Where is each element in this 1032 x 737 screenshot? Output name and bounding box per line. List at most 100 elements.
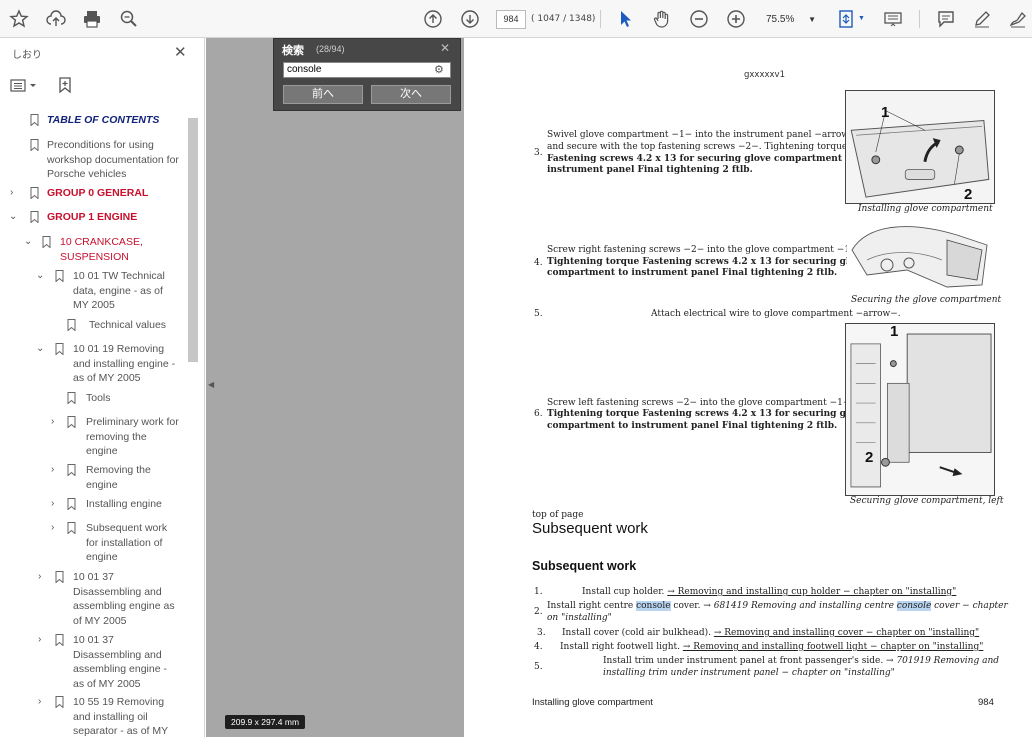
step-number: 2. bbox=[534, 607, 543, 617]
bookmark-icon bbox=[30, 139, 39, 151]
page-footer-title: Installing glove compartment bbox=[532, 697, 653, 708]
comment-icon[interactable] bbox=[935, 8, 957, 30]
step-text: Tightening torque Fastening screws 4.2 x… bbox=[547, 409, 867, 419]
step-text: Install cover (cold air bulkhead). → Rem… bbox=[562, 628, 980, 638]
step-number: 4. bbox=[534, 258, 543, 268]
bookmark-star-icon[interactable] bbox=[8, 8, 30, 30]
expand-arrow-icon[interactable]: › bbox=[51, 521, 61, 536]
expand-arrow-icon[interactable]: › bbox=[38, 695, 48, 710]
step-text: Tightening torque Fastening screws 4.2 x… bbox=[547, 257, 867, 267]
bookmark-icon bbox=[30, 211, 39, 223]
step-text: compartment to instrument panel Final ti… bbox=[547, 268, 838, 278]
step-link[interactable]: → Removing and installing cup holder − c… bbox=[667, 587, 956, 597]
bookmark-item[interactable]: › GROUP 0 GENERAL bbox=[0, 186, 190, 202]
bookmark-icon bbox=[55, 343, 64, 355]
select-cursor-icon[interactable] bbox=[614, 8, 636, 30]
collapse-arrow-icon[interactable]: ⌄ bbox=[24, 235, 34, 250]
bookmark-icon bbox=[42, 236, 51, 248]
bookmark-item[interactable]: Technical values bbox=[0, 318, 190, 334]
bookmark-item[interactable]: › Removing the engine bbox=[0, 463, 190, 493]
step-text: compartment to instrument panel Final ti… bbox=[547, 421, 838, 431]
top-of-page-link[interactable]: top of page bbox=[532, 510, 583, 520]
bookmark-item[interactable]: › Installing engine bbox=[0, 497, 190, 513]
prev-page-icon[interactable] bbox=[422, 8, 444, 30]
close-icon[interactable]: ✕ bbox=[440, 41, 450, 55]
step-link[interactable]: → Removing and installing cover − chapte… bbox=[714, 628, 979, 638]
step-text: Fastening screws 4.2 x 13 for securing g… bbox=[547, 154, 856, 164]
step-link[interactable]: → Removing and installing footwell light… bbox=[683, 642, 983, 652]
prev-result-button[interactable]: 前へ bbox=[283, 85, 363, 104]
bookmark-item[interactable]: › Preliminary work for removing the engi… bbox=[0, 415, 190, 459]
figure-label: 1 bbox=[890, 323, 899, 340]
bookmark-item[interactable]: ⌄ 10 CRANKCASE, SUSPENSION bbox=[0, 235, 190, 265]
chevron-down-icon[interactable]: ▼ bbox=[858, 15, 865, 22]
search-highlight: console bbox=[896, 601, 932, 611]
bookmark-icon bbox=[67, 498, 76, 510]
bookmark-item[interactable]: Preconditions for using workshop documen… bbox=[0, 138, 190, 182]
toolbar: 984 ( 1047 / 1348) 75.5% ▼ ▼ bbox=[0, 0, 1032, 38]
collapse-arrow-icon[interactable]: ⌄ bbox=[9, 210, 19, 225]
print-icon[interactable] bbox=[81, 8, 103, 30]
figure-caption: Installing glove compartment bbox=[858, 204, 993, 214]
find-title: 検索 bbox=[282, 45, 304, 57]
sidebar-scrollbar[interactable] bbox=[188, 118, 198, 362]
step-reference[interactable]: → 701919 Removing and bbox=[886, 656, 999, 666]
add-bookmark-icon[interactable] bbox=[56, 76, 74, 97]
zoom-search-icon[interactable] bbox=[118, 8, 140, 30]
zoom-in-icon[interactable] bbox=[725, 8, 747, 30]
step-text: and secure with the top fastening screws… bbox=[547, 142, 848, 152]
search-highlight: console bbox=[636, 601, 671, 611]
expand-arrow-icon[interactable]: › bbox=[10, 186, 20, 201]
document-page: gxxxxxv1 3. Swivel glove compartment −1−… bbox=[464, 38, 1032, 737]
upload-cloud-icon[interactable] bbox=[45, 8, 67, 30]
bookmark-item[interactable]: ⌄ 10 01 19 Removing and installing engin… bbox=[0, 342, 190, 386]
gear-icon[interactable]: ⚙ bbox=[434, 63, 444, 76]
canvas-background bbox=[206, 38, 464, 737]
step-text: Install right footwell light. → Removing… bbox=[560, 642, 984, 652]
bookmarks-panel: しおり ✕ TABLE OF CONTENTS Preconditions fo… bbox=[0, 38, 205, 737]
figure-caption: Securing glove compartment, left bbox=[850, 496, 1004, 506]
step-text: Swivel glove compartment −1− into the in… bbox=[547, 130, 857, 140]
zoom-select[interactable]: 75.5% ▼ bbox=[758, 10, 820, 29]
bookmark-item[interactable]: TABLE OF CONTENTS bbox=[0, 113, 190, 129]
expand-arrow-icon[interactable]: › bbox=[51, 497, 61, 512]
step-text: on "installing" bbox=[547, 613, 612, 623]
bookmark-item[interactable]: › 10 01 37 Disassembling and assembling … bbox=[0, 570, 190, 630]
fit-page-icon[interactable] bbox=[836, 8, 858, 30]
bookmark-item[interactable]: › 10 55 19 Removing and installing oil s… bbox=[0, 695, 190, 737]
find-count: (28/94) bbox=[316, 44, 345, 54]
bookmark-icon bbox=[55, 696, 64, 708]
sign-icon[interactable] bbox=[1007, 8, 1029, 30]
bookmark-item[interactable]: › 10 01 37 Disassembling and assembling … bbox=[0, 633, 190, 693]
bookmark-item[interactable]: ⌄ GROUP 1 ENGINE bbox=[0, 210, 190, 226]
bookmark-item[interactable]: ⌄ 10 01 TW Technical data, engine - as o… bbox=[0, 269, 190, 313]
step-number: 5. bbox=[534, 662, 543, 672]
step-reference[interactable]: → 681419 Removing and installing centre bbox=[703, 601, 896, 611]
pen-icon[interactable] bbox=[971, 8, 993, 30]
bookmark-item[interactable]: Tools bbox=[0, 391, 190, 407]
bookmark-item[interactable]: › Subsequent work for installation of en… bbox=[0, 521, 190, 565]
hand-tool-icon[interactable] bbox=[651, 8, 673, 30]
zoom-out-icon[interactable] bbox=[688, 8, 710, 30]
next-page-icon[interactable] bbox=[459, 8, 481, 30]
bookmark-icon bbox=[30, 114, 39, 126]
collapse-panel-icon[interactable]: ◀ bbox=[208, 380, 214, 389]
close-icon[interactable]: ✕ bbox=[174, 43, 187, 61]
figure-label: 2 bbox=[964, 186, 973, 203]
bookmark-icon bbox=[30, 187, 39, 199]
expand-arrow-icon[interactable]: › bbox=[51, 415, 61, 430]
find-input[interactable]: console bbox=[283, 62, 451, 78]
expand-arrow-icon[interactable]: › bbox=[38, 633, 48, 648]
find-panel: 検索 (28/94) ✕ console ⚙ 前へ 次へ bbox=[273, 38, 461, 111]
expand-arrow-icon[interactable]: › bbox=[38, 570, 48, 585]
page-dimensions-tooltip: 209.9 x 297.4 mm bbox=[225, 715, 306, 729]
next-result-button[interactable]: 次へ bbox=[371, 85, 451, 104]
keyboard-icon[interactable] bbox=[882, 8, 904, 30]
figure-glove-compartment bbox=[845, 90, 995, 204]
collapse-arrow-icon[interactable]: ⌄ bbox=[36, 342, 46, 357]
expand-arrow-icon[interactable]: › bbox=[51, 463, 61, 478]
figure-caption: Securing the glove compartment bbox=[851, 295, 1002, 305]
page-number-input[interactable]: 984 bbox=[496, 10, 526, 29]
options-menu-icon[interactable] bbox=[10, 78, 38, 97]
collapse-arrow-icon[interactable]: ⌄ bbox=[36, 269, 46, 284]
